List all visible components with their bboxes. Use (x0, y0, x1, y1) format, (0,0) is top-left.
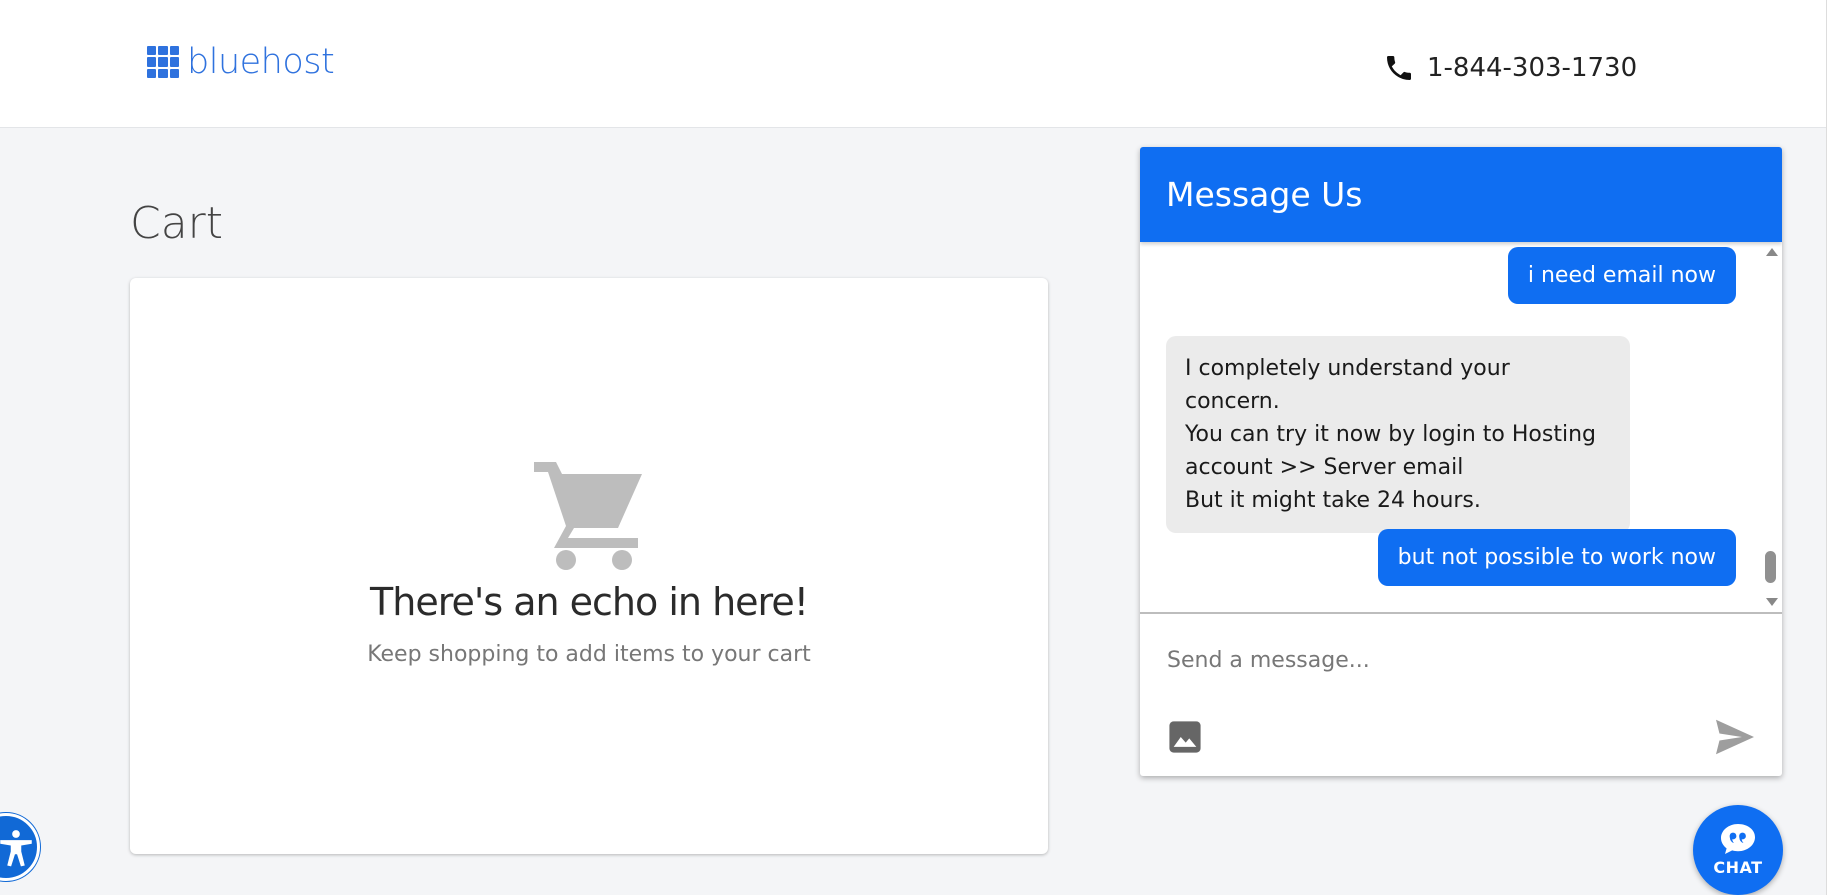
page-title: Cart (130, 198, 224, 249)
empty-cart-subtitle: Keep shopping to add items to your cart (367, 642, 811, 667)
chat-quote-icon (1721, 824, 1755, 854)
site-header: bluehost 1-844-303-1730 (0, 0, 1830, 128)
logo-text: bluehost (187, 42, 335, 82)
bluehost-logo[interactable]: bluehost (147, 42, 335, 82)
scroll-thumb[interactable] (1765, 551, 1776, 583)
phone-number: 1-844-303-1730 (1427, 53, 1638, 83)
chat-scrollbar[interactable] (1760, 242, 1782, 612)
empty-cart-title: There's an echo in here! (370, 580, 809, 624)
scroll-down-arrow-icon[interactable] (1766, 598, 1778, 606)
agent-message: I completely understand your concern. Yo… (1166, 336, 1630, 533)
phone-contact[interactable]: 1-844-303-1730 (1383, 52, 1637, 84)
chat-launcher-label: CHAT (1713, 858, 1763, 877)
message-input[interactable] (1167, 642, 1747, 678)
logo-grid-icon (147, 46, 179, 78)
chat-launcher-button[interactable]: CHAT (1693, 805, 1783, 895)
image-icon[interactable] (1168, 720, 1202, 754)
send-icon[interactable] (1714, 718, 1756, 756)
chat-panel: Message Us i need email now I completely… (1140, 147, 1782, 776)
cart-icon (534, 462, 642, 570)
chat-header: Message Us (1140, 147, 1782, 242)
accessibility-icon (0, 830, 32, 867)
accessibility-button[interactable] (0, 813, 40, 881)
phone-icon (1387, 56, 1411, 80)
scroll-up-arrow-icon[interactable] (1766, 248, 1778, 256)
user-message: but not possible to work now (1377, 529, 1736, 586)
chat-title: Message Us (1166, 175, 1363, 214)
empty-cart-card: There's an echo in here! Keep shopping t… (130, 278, 1048, 854)
chat-messages[interactable]: i need email now I completely understand… (1140, 242, 1782, 612)
chat-composer (1140, 612, 1782, 776)
window-edge (1826, 0, 1830, 895)
user-message: i need email now (1507, 247, 1736, 304)
